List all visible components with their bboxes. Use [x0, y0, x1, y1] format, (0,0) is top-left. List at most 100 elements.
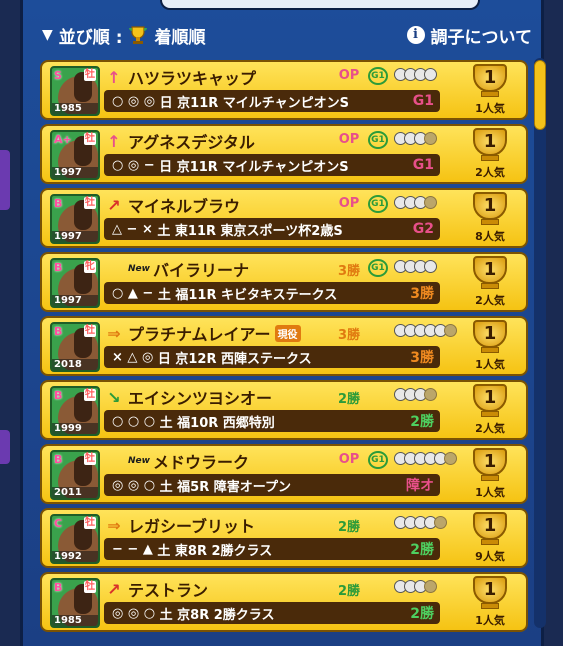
pip-off [424, 132, 437, 145]
left-edge-tab-2[interactable] [0, 430, 10, 464]
race-info-line: △ − × 土 東11R 東京スポーツ杯2歳S G2 [104, 218, 440, 240]
horse-row[interactable]: A+ 牡 1997 ↑ アグネスデジタル OP G1 ○ ◎ − 日 京11R マイルチャンピ… [40, 124, 528, 184]
prediction-marks: ○ ◎ ◎ [112, 93, 156, 109]
horse-row[interactable]: B 牡 1999 ↘ エイシンツヨシオー 2勝 ○ ○ ○ 土 福10R 西郷特別 2勝 1 2人… [40, 380, 528, 440]
race-day: 土 [152, 543, 175, 559]
sort-label[interactable]: 並び順 : [59, 23, 123, 48]
horse-row[interactable]: B 牡 2018 ⇒ プラチナムレイアー 現役 3勝 × △ ◎ 日 京12R 西陣ステークス… [40, 316, 528, 376]
race-name: マイルチャンピオンS [222, 159, 349, 175]
horse-row[interactable]: S 牡 1985 ↑ ハツラツキャップ OP G1 ○ ◎ ◎ 日 京11R マイルチャンピオ… [40, 60, 528, 120]
horse-sex-badge: 牡 [84, 69, 96, 81]
race-day: 土 [153, 287, 176, 303]
horse-class: 2勝 [337, 584, 361, 599]
race-grade-label: 2勝 [410, 414, 434, 430]
g1-laurel-icon: G1 [368, 131, 388, 149]
rank-trophy-icon: 1 [462, 384, 518, 422]
race-name: 2勝クラス [213, 607, 275, 623]
condition-pips [394, 452, 457, 468]
race-venue: 京11R [177, 95, 223, 111]
popularity-label: 9人気 [475, 550, 505, 563]
rank-trophy-icon: 1 [462, 512, 518, 550]
horse-row[interactable]: C 牡 1992 ⇒ レガシーブリット 2勝 − − ▲ 土 東8R 2勝クラス 2勝 1 9人気 [40, 508, 528, 568]
condition-pips [394, 68, 437, 84]
race-info-line: ○ ◎ − 日 京11R マイルチャンピオンS G1 [104, 154, 440, 176]
horse-name-line: ↑ アグネスデジタル [104, 130, 255, 153]
horse-name-line: ⇒ レガシーブリット [104, 514, 255, 537]
scrollbar-thumb[interactable] [534, 60, 546, 130]
horse-sex-badge: 牝 [84, 261, 96, 273]
condition-info-button[interactable]: i 調子について [406, 23, 532, 48]
horse-row[interactable]: B 牡 2011 New メドウラーク OP G1 ◎ ◎ ○ 土 福5R 障害オープン 障オ 1… [40, 444, 528, 504]
scrollbar-track[interactable] [534, 58, 546, 628]
condition-arrow-icon: ↗ [107, 195, 121, 215]
horse-year: 1997 [52, 295, 98, 306]
sort-triangle-icon[interactable]: ▼ [42, 27, 53, 43]
horse-sex-badge: 牡 [84, 453, 96, 465]
rank-number: 1 [473, 256, 507, 284]
rank-number: 1 [473, 448, 507, 476]
left-edge-tab[interactable] [0, 150, 10, 210]
panel-top-cap [160, 0, 480, 10]
horse-class: 2勝 [337, 520, 361, 535]
horse-row[interactable]: B 牡 1997 ↗ マイネルブラウ OP G1 △ − × 土 東11R 東京スポーツ杯2歳… [40, 188, 528, 248]
race-info-line: ○ ○ ○ 土 福10R 西郷特別 2勝 [104, 410, 440, 432]
horse-portrait: B 牝 1997 [50, 258, 100, 308]
condition-pips [394, 324, 457, 340]
condition-pips [394, 388, 437, 404]
g1-laurel-icon: G1 [368, 451, 388, 469]
horse-class: OP [338, 132, 360, 147]
horse-year: 1992 [52, 551, 98, 562]
horse-name: エイシンツヨシオー [128, 389, 273, 408]
popularity-label: 1人気 [475, 486, 505, 499]
race-name: 西陣ステークス [221, 351, 312, 367]
horse-year: 1997 [52, 231, 98, 242]
horse-grade-badge: C [54, 517, 63, 530]
race-day: 土 [155, 415, 178, 431]
race-name: 2勝クラス [211, 543, 273, 559]
race-grade-label: G1 [412, 157, 434, 173]
horse-name: メドウラーク [152, 453, 249, 472]
horse-row[interactable]: B 牝 1997 New バイラリーナ 3勝 G1 ○ ▲ − 土 福11R キビタキステーク… [40, 252, 528, 312]
rank-trophy-icon: 1 [462, 192, 518, 230]
race-day: 土 [152, 223, 175, 239]
race-grade-label: G2 [412, 221, 434, 237]
horse-list: S 牡 1985 ↑ ハツラツキャップ OP G1 ○ ◎ ◎ 日 京11R マイルチャンピオ… [40, 60, 528, 636]
popularity-label: 1人気 [475, 102, 505, 115]
popularity-label: 1人気 [475, 614, 505, 627]
horse-class: 3勝 [337, 264, 361, 279]
race-venue: 東8R [174, 543, 212, 559]
trophy-base [481, 603, 499, 609]
horse-row[interactable]: B 牡 1985 ↗ テストラン 2勝 ◎ ◎ ○ 土 京8R 2勝クラス 2勝 1 1人気 [40, 572, 528, 632]
pip-on [424, 260, 437, 273]
horse-portrait: C 牡 1992 [50, 514, 100, 564]
race-info-line: ○ ◎ ◎ 日 京11R マイルチャンピオンS G1 [104, 90, 440, 112]
horse-year: 2018 [52, 359, 98, 370]
horse-class: OP [338, 452, 360, 467]
sort-value[interactable]: 着順順 [155, 23, 206, 48]
prediction-marks: ◎ ◎ ○ [112, 605, 156, 621]
prediction-marks: ○ ○ ○ [112, 413, 156, 429]
horse-name-line: ↘ エイシンツヨシオー [104, 386, 273, 409]
pip-off [444, 452, 457, 465]
race-day: 土 [155, 479, 178, 495]
prediction-marks: △ − × [112, 221, 153, 237]
race-info-line: ◎ ◎ ○ 土 京8R 2勝クラス 2勝 [104, 602, 440, 624]
trophy-base [481, 219, 499, 225]
rank-number: 1 [473, 576, 507, 604]
race-grade-label: 障オ [406, 478, 434, 494]
horse-sex-badge: 牡 [84, 133, 96, 145]
horse-year: 1985 [52, 103, 98, 114]
horse-year: 1985 [52, 615, 98, 626]
horse-portrait: B 牡 2018 [50, 322, 100, 372]
race-name: 東京スポーツ杯2歳S [220, 223, 343, 239]
pip-off [424, 580, 437, 593]
horse-class: OP [338, 68, 360, 83]
horse-name: マイネルブラウ [128, 197, 241, 216]
condition-pips [394, 260, 437, 276]
pip-off [434, 516, 447, 529]
horse-grade-badge: B [54, 325, 63, 338]
trophy-base [481, 411, 499, 417]
rank-number: 1 [473, 512, 507, 540]
horse-name: アグネスデジタル [128, 133, 255, 152]
rank-number: 1 [473, 64, 507, 92]
